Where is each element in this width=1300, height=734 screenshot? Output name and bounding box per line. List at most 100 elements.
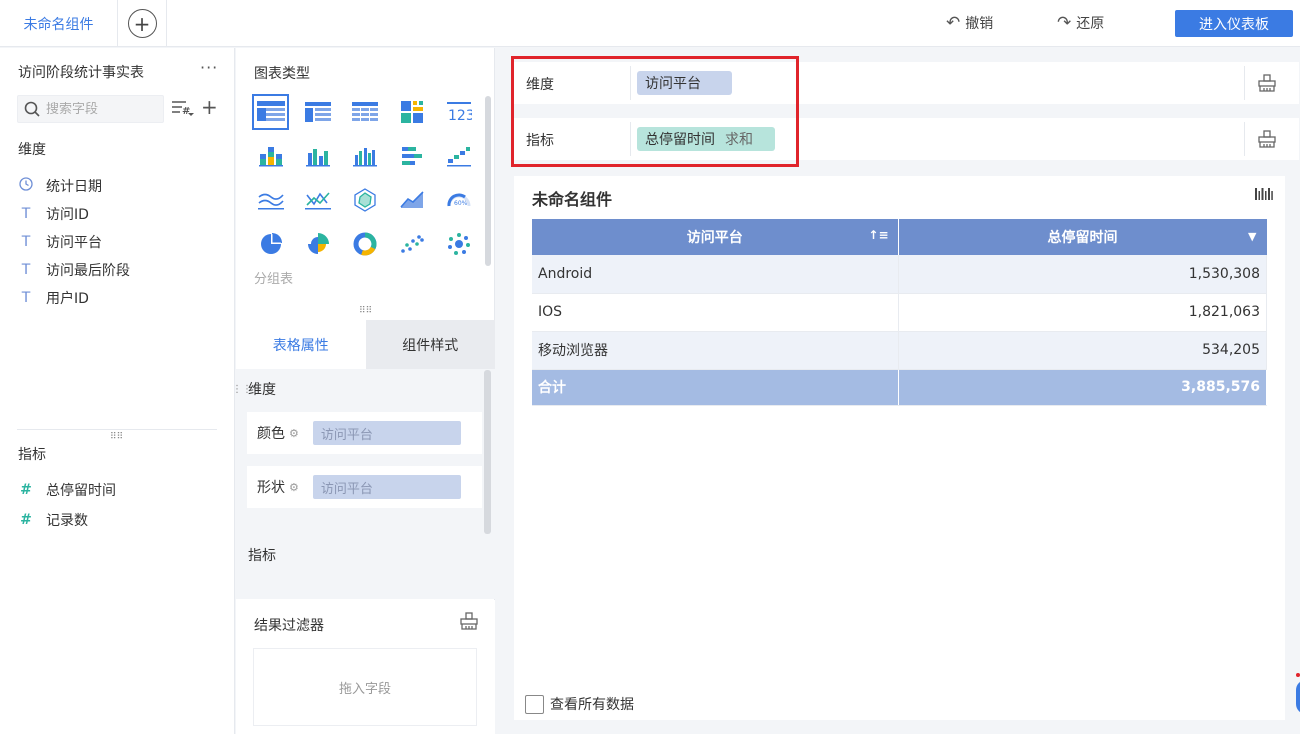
detail-table-chart-icon[interactable] <box>299 94 336 130</box>
panel-resize-handle[interactable]: ⋮⋮ <box>232 384 252 395</box>
shape-property-row: 形状 ⚙ 访问平台 <box>247 466 482 508</box>
scatter-chart-icon[interactable] <box>393 226 430 262</box>
field-item[interactable]: T 访问最后阶段 <box>18 260 130 280</box>
clock-icon <box>18 177 34 195</box>
redo-label: 还原 <box>1076 16 1105 32</box>
line-chart-icon[interactable] <box>299 182 336 218</box>
total-row: 合计 3,885,576 <box>532 369 1267 406</box>
color-field-chip[interactable]: 访问平台 <box>312 421 461 445</box>
top-bar: 未命名组件 + ↶ 撤销 ↷ 还原 进入仪表板 <box>0 0 1300 47</box>
barcode-icon[interactable] <box>1255 187 1273 205</box>
filter-drop-zone[interactable]: 拖入字段 <box>253 648 477 726</box>
tile-chart-icon[interactable] <box>393 94 430 130</box>
table-cell: Android <box>532 255 899 294</box>
field-label: 总停留时间 <box>46 483 116 499</box>
column-header-platform[interactable]: 访问平台 ↑≡ <box>532 219 899 255</box>
search-icon <box>24 101 40 117</box>
donut-chart-icon[interactable] <box>346 226 383 262</box>
field-item[interactable]: T 访问ID <box>18 204 89 224</box>
result-filter-panel: 结果过滤器 拖入字段 <box>236 600 495 734</box>
clear-icon[interactable] <box>459 612 479 634</box>
scrollbar[interactable] <box>484 370 491 534</box>
field-item[interactable]: T 访问平台 <box>18 232 102 252</box>
scrollbar[interactable] <box>485 96 491 266</box>
highlight-box <box>511 56 799 167</box>
view-all-checkbox[interactable] <box>525 694 544 714</box>
color-property-row: 颜色 ⚙ 访问平台 <box>247 412 482 454</box>
widget-title[interactable]: 未命名组件 <box>532 186 612 210</box>
search-input[interactable] <box>46 101 151 117</box>
table-cell: 移动浏览器 <box>532 331 899 370</box>
field-label: 访问平台 <box>46 235 102 251</box>
clear-icon[interactable] <box>1257 130 1277 152</box>
add-field-icon[interactable]: + <box>201 95 218 119</box>
trend-chart-icon[interactable] <box>393 182 430 218</box>
resize-handle[interactable]: ⠿⠿ <box>359 306 372 316</box>
table-cell: 534,205 <box>898 331 1267 370</box>
add-tab-button[interactable]: + <box>118 0 167 47</box>
pie-chart-icon[interactable] <box>252 226 289 262</box>
tab-untitled-widget[interactable]: 未命名组件 <box>0 0 118 47</box>
field-item[interactable]: # 记录数 <box>18 510 88 530</box>
stacked-bar-chart-icon[interactable] <box>252 138 289 174</box>
grouped-column-chart-icon[interactable] <box>346 138 383 174</box>
field-label: 用户ID <box>46 291 89 307</box>
search-box <box>17 95 164 123</box>
property-tabs: 表格属性 组件样式 <box>236 320 495 369</box>
field-filter-icon[interactable]: # <box>172 100 194 120</box>
column-header-duration[interactable]: 总停留时间 ▼ <box>898 219 1267 255</box>
cross-table-chart-icon[interactable] <box>346 94 383 130</box>
tab-table-properties[interactable]: 表格属性 <box>236 320 366 369</box>
group-table-chart-icon[interactable] <box>252 94 289 130</box>
gauge-chart-icon[interactable]: 60% <box>440 182 477 218</box>
number-card-chart-icon[interactable]: 123 <box>440 94 477 130</box>
plus-icon: + <box>127 9 157 38</box>
column-chart-icon[interactable] <box>299 138 336 174</box>
floating-helper-button[interactable] <box>1296 680 1300 714</box>
gear-icon[interactable]: ⚙ <box>289 481 299 494</box>
measure-section-label: 指标 <box>18 447 46 463</box>
gear-icon[interactable]: ⚙ <box>289 427 299 440</box>
chart-type-title: 图表类型 <box>254 66 310 82</box>
resize-handle[interactable]: ⠿⠿ <box>110 432 123 442</box>
view-all-label: 查看所有数据 <box>550 697 634 713</box>
redo-button[interactable]: ↷ 还原 <box>1057 12 1104 34</box>
tab-widget-style[interactable]: 组件样式 <box>365 320 495 369</box>
clear-icon[interactable] <box>1257 74 1277 96</box>
svg-text:#: # <box>182 106 190 116</box>
dataset-title: 访问阶段统计事实表 <box>18 65 144 81</box>
field-label: 统计日期 <box>46 179 102 195</box>
number-type-icon: # <box>20 512 32 528</box>
table-row[interactable]: 移动浏览器 534,205 <box>532 331 1267 370</box>
table-row[interactable]: Android 1,530,308 <box>532 255 1267 294</box>
field-item[interactable]: # 总停留时间 <box>18 480 116 500</box>
undo-button[interactable]: ↶ 撤销 <box>946 12 993 34</box>
table-cell: 1,530,308 <box>898 255 1267 294</box>
table-cell: IOS <box>532 293 899 332</box>
dimension-section-label: 维度 <box>18 142 46 158</box>
chevron-down-icon[interactable]: ▼ <box>1248 230 1256 243</box>
bubble-chart-icon[interactable] <box>440 226 477 262</box>
svg-text:60%: 60% <box>454 200 468 207</box>
field-label: 访问ID <box>46 207 89 223</box>
field-item[interactable]: T 用户ID <box>18 288 89 308</box>
chart-config-panel: 图表类型 123 60% 分组表 ⠿⠿ 表格属性 组件样式 维度 颜色 ⚙ 访问… <box>236 48 495 734</box>
divider <box>1244 122 1245 156</box>
shape-field-chip[interactable]: 访问平台 <box>312 475 461 499</box>
undo-label: 撤销 <box>965 16 994 32</box>
radar-chart-icon[interactable] <box>346 182 383 218</box>
field-item[interactable]: 统计日期 <box>18 176 102 196</box>
table-row[interactable]: IOS 1,821,063 <box>532 293 1267 332</box>
field-panel: 访问阶段统计事实表 ··· # + 维度 统计日期 T 访问ID T 访问平台 … <box>0 48 235 734</box>
waterfall-chart-icon[interactable] <box>440 138 477 174</box>
area-chart-icon[interactable] <box>252 182 289 218</box>
view-all-data[interactable]: 查看所有数据 <box>525 694 634 714</box>
enter-dashboard-button[interactable]: 进入仪表板 <box>1175 10 1293 37</box>
horizontal-bar-chart-icon[interactable] <box>393 138 430 174</box>
prop-dimension-label: 维度 <box>248 382 276 398</box>
table-cell: 1,821,063 <box>898 293 1267 332</box>
more-icon[interactable]: ··· <box>200 58 218 77</box>
sort-icon[interactable]: ↑≡ <box>868 228 888 242</box>
number-type-icon: # <box>20 482 32 498</box>
rose-chart-icon[interactable] <box>299 226 336 262</box>
